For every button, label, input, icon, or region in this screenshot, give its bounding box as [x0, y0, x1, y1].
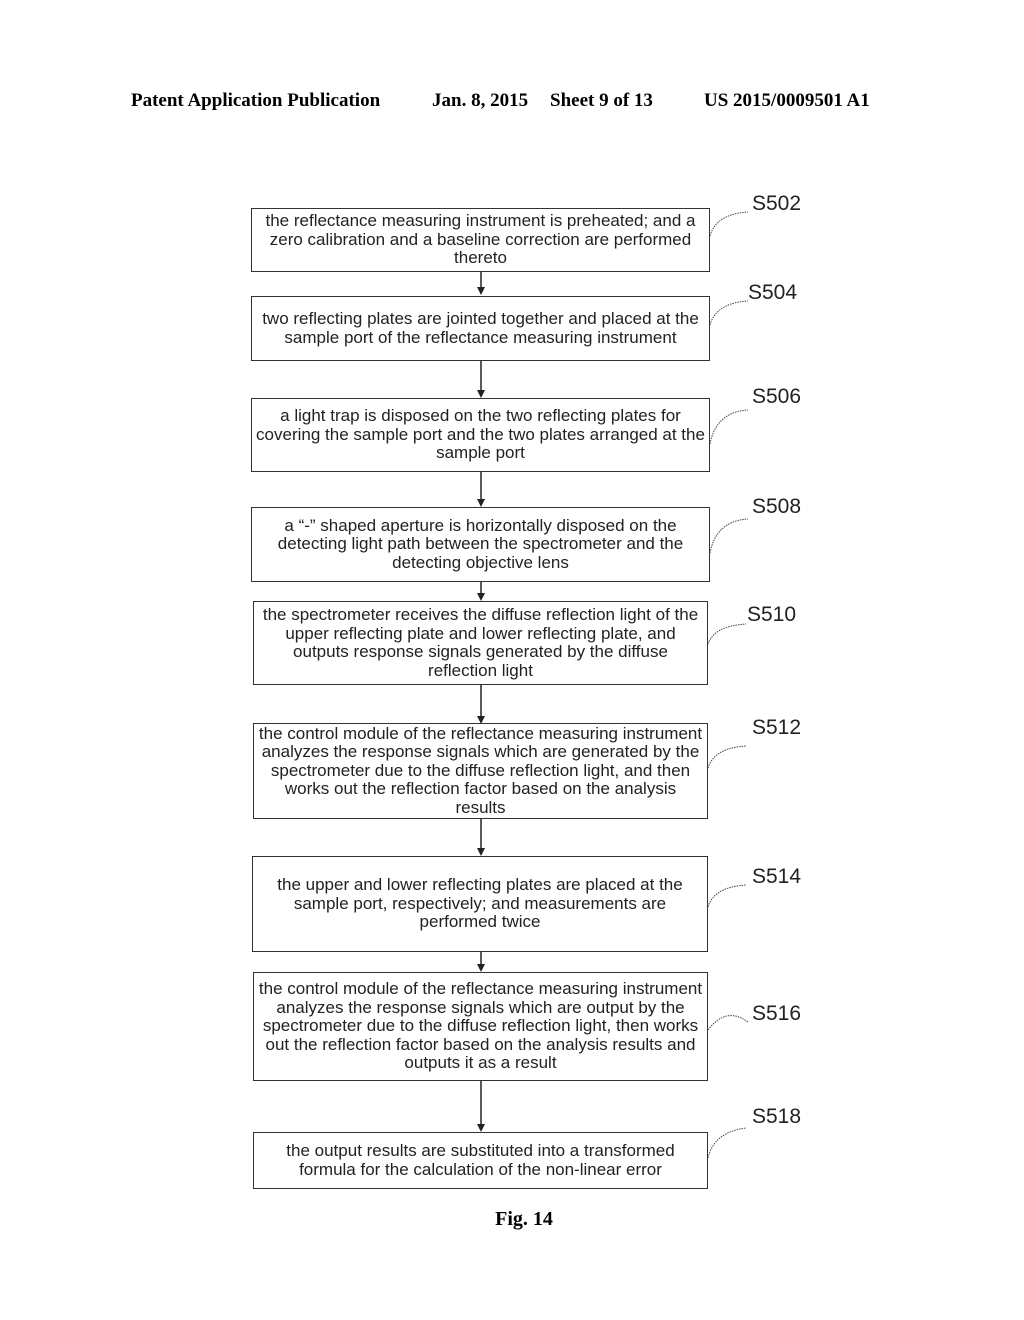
publication-title: Patent Application Publication [131, 90, 381, 111]
step-box-s514: the upper and lower reflecting plates ar… [252, 856, 708, 952]
step-text: a light trap is disposed on the two refl… [256, 406, 705, 463]
arrow-s506-s508 [477, 472, 485, 507]
step-text: two reflecting plates are jointed togeth… [262, 309, 699, 347]
step-label-s512: S512 [752, 716, 802, 739]
step-label-s516: S516 [752, 1002, 802, 1025]
step-box-s512: the control module of the reflectance me… [253, 723, 708, 819]
step-box-s516: the control module of the reflectance me… [253, 972, 708, 1081]
patent-number: US 2015/0009501 A1 [704, 90, 870, 111]
arrow-s510-s512 [477, 685, 485, 724]
arrow-s508-s510 [477, 582, 485, 601]
publication-date: Jan. 8, 2015 [432, 90, 529, 111]
leader-line-s514 [707, 884, 747, 908]
leader-line-s504 [709, 300, 749, 326]
leader-line-s516 [707, 1015, 749, 1031]
leader-line-s502 [709, 211, 749, 237]
step-text: the spectrometer receives the diffuse re… [262, 605, 699, 680]
step-text: the control module of the reflectance me… [258, 979, 703, 1073]
arrow-s502-s504 [477, 272, 485, 295]
arrow-s516-s518 [477, 1081, 485, 1132]
arrow-s512-s514 [477, 819, 485, 856]
step-box-s508: a “-” shaped aperture is horizontally di… [251, 507, 710, 582]
figure-caption: Fig. 14 [495, 1208, 553, 1230]
leader-line-s510 [707, 623, 747, 645]
leader-line-s512 [707, 745, 747, 769]
sheet-number: Sheet 9 of 13 [550, 90, 653, 111]
leader-line-s508 [709, 518, 749, 554]
leader-line-s506 [709, 409, 749, 445]
step-label-s504: S504 [748, 281, 798, 304]
step-label-s518: S518 [752, 1105, 802, 1128]
leader-line-s518 [707, 1127, 747, 1159]
step-label-s506: S506 [752, 385, 802, 408]
step-box-s502: the reflectance measuring instrument is … [251, 208, 710, 272]
step-label-s514: S514 [752, 865, 802, 888]
step-text: the reflectance measuring instrument is … [265, 211, 696, 268]
step-text: a “-” shaped aperture is horizontally di… [277, 515, 684, 572]
step-label-s510: S510 [747, 603, 797, 626]
step-text: the control module of the reflectance me… [258, 723, 703, 817]
step-text: the upper and lower reflecting plates ar… [277, 875, 683, 932]
arrow-s504-s506 [477, 361, 485, 398]
step-text: the output results are substituted into … [286, 1141, 675, 1179]
step-box-s504: two reflecting plates are jointed togeth… [251, 296, 710, 361]
step-box-s506: a light trap is disposed on the two refl… [251, 398, 710, 472]
arrow-s514-s516 [477, 952, 485, 972]
step-box-s510: the spectrometer receives the diffuse re… [253, 601, 708, 685]
step-label-s508: S508 [752, 495, 802, 518]
step-box-s518: the output results are substituted into … [253, 1132, 708, 1189]
step-label-s502: S502 [752, 192, 802, 215]
